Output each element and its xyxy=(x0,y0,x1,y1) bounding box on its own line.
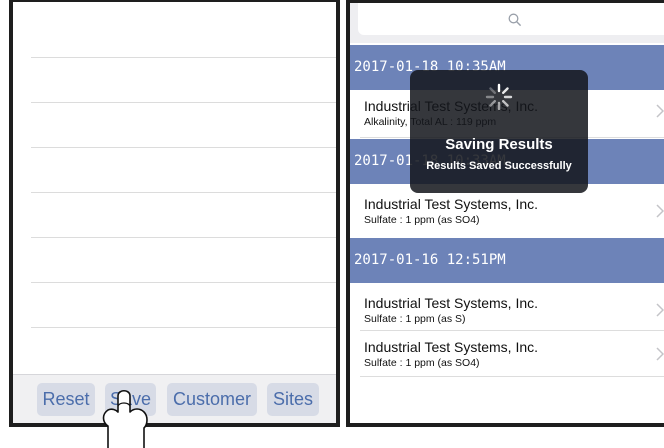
spinner-icon xyxy=(485,83,513,111)
row-title: Industrial Test Systems, Inc. xyxy=(364,339,539,355)
hud-subtitle: Results Saved Successfully xyxy=(426,160,572,172)
reset-button[interactable]: Reset xyxy=(37,383,95,416)
finger-tap-icon xyxy=(102,389,148,448)
hud-title: Saving Results xyxy=(445,136,553,153)
list-item[interactable]: Industrial Test Systems, Inc. Sulfate : … xyxy=(350,283,664,331)
table-row-separator xyxy=(31,282,336,283)
search-input[interactable] xyxy=(358,3,664,35)
table-row-separator xyxy=(31,327,336,328)
left-phone-screen: Reset Save Customer Sites xyxy=(9,0,340,427)
search-icon xyxy=(508,13,522,27)
right-phone-screen: 2017-01-18 10:35AM Industrial Test Syste… xyxy=(346,0,664,427)
chevron-right-icon xyxy=(656,104,664,118)
table-row-separator xyxy=(31,102,336,103)
row-title: Industrial Test Systems, Inc. xyxy=(364,196,539,212)
row-subtitle: Sulfate : 1 ppm (as SO4) xyxy=(364,214,480,226)
list-item[interactable]: Industrial Test Systems, Inc. Sulfate : … xyxy=(350,331,664,377)
chevron-right-icon xyxy=(656,204,664,218)
row-title: Industrial Test Systems, Inc. xyxy=(364,295,539,311)
table-row-separator xyxy=(31,57,336,58)
table-row-separator xyxy=(31,192,336,193)
table-row-separator xyxy=(31,147,336,148)
bottom-toolbar: Reset Save Customer Sites xyxy=(13,374,336,423)
chevron-right-icon xyxy=(656,347,664,361)
section-header: 2017-01-16 12:51PM xyxy=(350,238,664,283)
row-subtitle: Sulfate : 1 ppm (as SO4) xyxy=(364,357,480,369)
sites-button[interactable]: Sites xyxy=(267,383,319,416)
chevron-right-icon xyxy=(656,303,664,317)
row-subtitle: Sulfate : 1 ppm (as S) xyxy=(364,313,466,325)
table-row-separator xyxy=(31,237,336,238)
customer-button[interactable]: Customer xyxy=(167,383,257,416)
saving-progress-hud: Saving Results Results Saved Successfull… xyxy=(410,70,588,193)
search-bar xyxy=(350,3,664,43)
